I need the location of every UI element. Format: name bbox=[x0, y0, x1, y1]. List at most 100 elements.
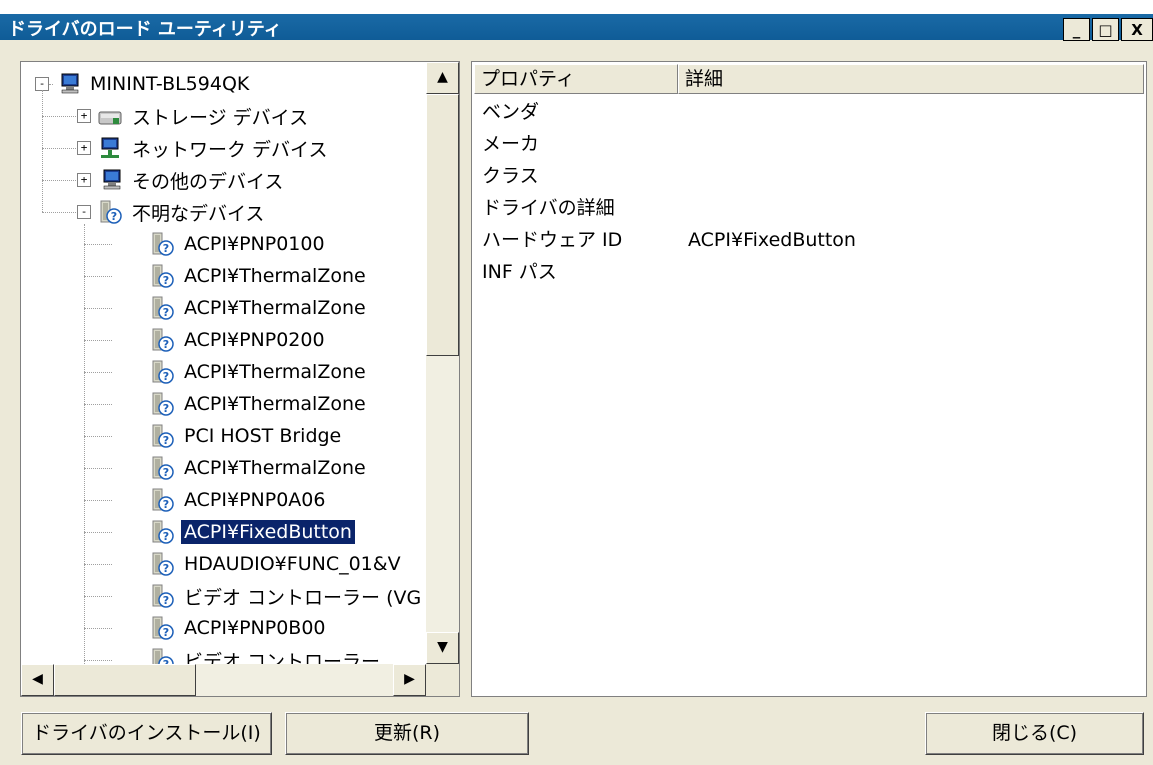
tree-node-device[interactable]: ? ビデオ コントローラー bbox=[149, 644, 383, 664]
close-window-button[interactable]: X bbox=[1121, 18, 1153, 41]
tree-connector-line bbox=[49, 84, 53, 85]
svg-text:?: ? bbox=[163, 434, 169, 447]
tree-node-category[interactable]: + その他のデバイス bbox=[77, 164, 286, 196]
unknown-device-icon: ? bbox=[149, 616, 175, 640]
tree-node-label: ビデオ コントローラー (VG bbox=[184, 586, 422, 609]
property-name[interactable]: INF パス bbox=[482, 256, 557, 288]
close-button[interactable]: 閉じる(C) bbox=[925, 712, 1144, 755]
tree-connector-line bbox=[84, 404, 112, 405]
tree-connector-line bbox=[84, 244, 112, 245]
minimize-button[interactable]: _ bbox=[1063, 18, 1090, 41]
svg-text:?: ? bbox=[111, 210, 117, 223]
tree-connector-line bbox=[84, 372, 112, 373]
unknown-device-icon: ? bbox=[149, 264, 175, 288]
tree-node-device[interactable]: ? ACPI¥PNP0100 bbox=[149, 228, 328, 260]
tree-node-label: HDAUDIO¥FUNC_01&V bbox=[184, 553, 401, 575]
tree-node-label: ストレージ デバイス bbox=[132, 106, 309, 129]
tree-node-label: ACPI¥PNP0100 bbox=[184, 233, 325, 255]
scroll-up-button[interactable]: ▲ bbox=[426, 62, 459, 94]
unknown-device-icon: ? bbox=[149, 552, 175, 576]
tree-connector-line bbox=[42, 148, 80, 149]
tree-node-device[interactable]: ? ACPI¥PNP0A06 bbox=[149, 484, 328, 516]
scroll-left-button[interactable]: ◀ bbox=[21, 664, 54, 696]
storage-device-icon bbox=[97, 104, 123, 128]
tree-node-label: ACPI¥PNP0200 bbox=[184, 329, 325, 351]
property-name[interactable]: ベンダ bbox=[482, 96, 539, 128]
tree-node-device[interactable]: ? ACPI¥ThermalZone bbox=[149, 260, 369, 292]
tree-node-label: ACPI¥FixedButton bbox=[180, 519, 356, 545]
tree-node-label: ACPI¥ThermalZone bbox=[184, 297, 366, 319]
tree-node-label: ネットワーク デバイス bbox=[132, 138, 328, 161]
refresh-button[interactable]: 更新(R) bbox=[285, 712, 529, 755]
tree-connector-line bbox=[42, 116, 80, 117]
tree-node-device[interactable]: ? ACPI¥ThermalZone bbox=[149, 388, 369, 420]
property-name[interactable]: メーカ bbox=[482, 128, 539, 160]
device-tree-panel: - MININT-BL594QK + ストレージ デバイス + ネットワーク デバイス… bbox=[20, 61, 460, 697]
svg-text:?: ? bbox=[163, 338, 169, 351]
expand-toggle-icon[interactable]: + bbox=[77, 109, 91, 123]
tree-node-label: その他のデバイス bbox=[132, 170, 284, 193]
unknown-device-icon: ? bbox=[149, 424, 175, 448]
tree-node-category[interactable]: + ネットワーク デバイス bbox=[77, 132, 330, 164]
tree-node-root[interactable]: - MININT-BL594QK bbox=[35, 68, 252, 100]
unknown-device-icon: ? bbox=[149, 456, 175, 480]
expand-toggle-icon[interactable]: + bbox=[77, 173, 91, 187]
install-driver-button[interactable]: ドライバのインストール(I) bbox=[21, 712, 272, 755]
svg-text:?: ? bbox=[163, 274, 169, 287]
tree-node-device-selected[interactable]: ? ACPI¥FixedButton bbox=[149, 516, 356, 548]
window-title: ドライバのロード ユーティリティ bbox=[8, 19, 282, 40]
tree-node-label: ACPI¥ThermalZone bbox=[184, 457, 366, 479]
computer-icon bbox=[55, 72, 81, 96]
unknown-device-icon: ? bbox=[149, 520, 175, 544]
tree-node-device[interactable]: ? PCI HOST Bridge bbox=[149, 420, 344, 452]
tree-connector-line bbox=[84, 532, 112, 533]
svg-text:?: ? bbox=[163, 530, 169, 543]
svg-text:?: ? bbox=[163, 306, 169, 319]
maximize-button[interactable]: □ bbox=[1092, 18, 1119, 41]
scrollbar-corner bbox=[426, 664, 459, 696]
svg-text:?: ? bbox=[163, 594, 169, 607]
property-name[interactable]: ドライバの詳細 bbox=[482, 192, 615, 224]
expand-toggle-icon[interactable]: + bbox=[77, 141, 91, 155]
vertical-scroll-thumb[interactable] bbox=[426, 94, 459, 356]
property-name[interactable]: ハードウェア ID bbox=[482, 224, 622, 256]
tree-node-device[interactable]: ? ACPI¥ThermalZone bbox=[149, 292, 369, 324]
tree-node-device[interactable]: ? ビデオ コントローラー (VG bbox=[149, 580, 424, 612]
tree-node-device[interactable]: ? ACPI¥PNP0200 bbox=[149, 324, 328, 356]
tree-node-label: PCI HOST Bridge bbox=[184, 425, 342, 447]
tree-connector-line bbox=[84, 660, 112, 661]
tree-connector-line bbox=[84, 224, 85, 664]
properties-list[interactable]: プロパティ 詳細 ベンダ メーカ クラス ドライバの詳細 ハードウェア ID ACPI¥F… bbox=[471, 61, 1147, 697]
tree-horizontal-scrollbar[interactable]: ◀ ▶ bbox=[21, 664, 426, 696]
column-header-detail[interactable]: 詳細 bbox=[678, 64, 1144, 94]
collapse-toggle-icon[interactable]: - bbox=[77, 205, 91, 219]
collapse-toggle-icon[interactable]: - bbox=[35, 77, 49, 91]
tree-connector-line bbox=[84, 276, 112, 277]
svg-text:?: ? bbox=[163, 626, 169, 639]
tree-node-device[interactable]: ? HDAUDIO¥FUNC_01&V bbox=[149, 548, 404, 580]
tree-connector-line bbox=[84, 564, 112, 565]
unknown-device-icon: ? bbox=[97, 200, 123, 224]
title-bar[interactable]: ドライバのロード ユーティリティ _ □ X bbox=[0, 0, 1153, 41]
scroll-down-button[interactable]: ▼ bbox=[426, 632, 459, 664]
unknown-device-icon: ? bbox=[149, 648, 175, 664]
unknown-device-icon: ? bbox=[149, 360, 175, 384]
tree-vertical-scrollbar[interactable]: ▲ ▼ bbox=[426, 62, 459, 664]
tree-node-category[interactable]: + ストレージ デバイス bbox=[77, 100, 311, 132]
device-tree[interactable]: - MININT-BL594QK + ストレージ デバイス + ネットワーク デバイス… bbox=[21, 62, 426, 664]
tree-node-device[interactable]: ? ACPI¥ThermalZone bbox=[149, 356, 369, 388]
tree-node-device[interactable]: ? ACPI¥ThermalZone bbox=[149, 452, 369, 484]
tree-node-label: ACPI¥ThermalZone bbox=[184, 265, 366, 287]
horizontal-scroll-thumb[interactable] bbox=[54, 664, 196, 696]
scroll-right-button[interactable]: ▶ bbox=[393, 664, 426, 696]
svg-text:?: ? bbox=[163, 466, 169, 479]
tree-connector-line bbox=[84, 468, 112, 469]
unknown-device-icon: ? bbox=[149, 328, 175, 352]
property-name[interactable]: クラス bbox=[482, 160, 539, 192]
column-header-property[interactable]: プロパティ bbox=[474, 64, 678, 94]
tree-node-category[interactable]: -? 不明なデバイス bbox=[77, 196, 267, 228]
svg-text:?: ? bbox=[163, 370, 169, 383]
other-device-icon bbox=[97, 168, 123, 192]
property-value: ACPI¥FixedButton bbox=[688, 229, 856, 251]
tree-node-device[interactable]: ? ACPI¥PNP0B00 bbox=[149, 612, 329, 644]
